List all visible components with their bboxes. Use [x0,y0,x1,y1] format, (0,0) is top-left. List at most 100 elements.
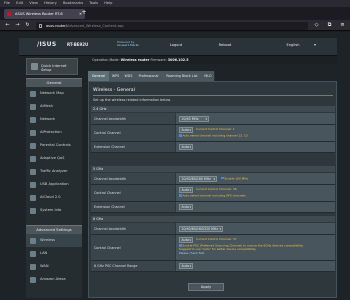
quick-setup-label: Quick Internet Setup [41,64,67,72]
b6-control-select[interactable]: Auto [179,237,193,243]
b5-bandwidth-select[interactable]: 20/40/80/160 MHz [179,175,217,182]
sidebar-item-aiprotection[interactable]: AiProtection [26,126,82,139]
b5-enable-160-checkbox[interactable]: Enable 160 MHz [221,176,248,181]
url-bar[interactable]: asus.router/Advanced_Wireless_Content.as… [36,21,308,30]
sidebar-item-label: Amazon Alexa [40,277,66,281]
sidebar-general-heading: General [26,78,82,87]
tab-general[interactable]: General [88,71,110,81]
menu-help[interactable]: Help [104,1,112,5]
url-host: asus.router/ [46,23,67,28]
b5-control-select[interactable]: Auto [179,187,193,193]
page-intro: Set up the wireless related information … [93,98,171,102]
logout-button[interactable]: Logout [155,42,197,49]
sidebar-item-wireless[interactable]: Wireless [26,234,82,247]
sidebar-item-usb-application[interactable]: USB Application [26,178,82,191]
sidebar-item-label: AiCloud 2.0 [40,195,61,199]
shield-icon[interactable]: ◇ [312,21,321,30]
sidebar-item-label: Parental Controls [40,143,71,147]
b5-bandwidth-row: Channel bandwidth 20/40/80/160 MHz Enabl… [91,173,335,185]
sidebar-item-traffic-analyzer[interactable]: Traffic Analyzer [26,165,82,178]
reboot-button[interactable]: Reboot [204,42,246,49]
firmware-value[interactable]: 3006.102.5 [168,58,189,62]
title-divider [93,95,333,96]
sidebar-item-aicloud[interactable]: AiCloud 2.0 [26,191,82,204]
new-tab-icon[interactable]: + [80,9,88,17]
b5-extension-select[interactable]: Auto [179,204,193,210]
back-icon[interactable]: ← [3,21,12,30]
tab-professional[interactable]: Professional [135,71,163,81]
b5-extension-label: Extension Channel [91,202,175,212]
wan-icon [30,263,36,270]
band-24-heading: 2.4 GHz [91,106,335,112]
sidebar-item-aimesh[interactable]: AiMesh [26,100,82,113]
traffic-icon [30,168,36,175]
tab-roaming-block-list[interactable]: Roaming Block List [162,71,203,81]
menu-file[interactable]: File [4,1,10,5]
apply-button[interactable]: Apply [188,283,224,291]
b6-control-row: Control Channel Auto Current Control Cha… [91,235,335,261]
sidebar-item-lan[interactable]: LAN [26,247,82,260]
menu-edit[interactable]: Edit [16,1,23,5]
info-icon [30,207,36,214]
sidebar-item-parental-controls[interactable]: Parental Controls [26,139,82,152]
b6-control-value: Auto Current Control Channel: 37 Enable … [176,235,335,260]
b24-autoselect-checkbox[interactable]: Auto select channel including channel 12… [179,134,248,138]
chevron-down-icon[interactable]: ▾ [312,42,318,49]
b6-current-channel: Current Control Channel: 37 [196,237,237,241]
app-menu-icon[interactable]: ≡ [338,21,347,30]
sidebar-advanced-heading: Advanced Settings [26,225,82,234]
forward-icon[interactable]: → [13,21,22,30]
sidebar-item-adaptive-qos[interactable]: Adaptive QoS [26,152,82,165]
tab-wps[interactable]: WPS [109,71,123,81]
opmode-label: Operation Mode: [92,58,120,62]
b6-psc-range-value: Auto [176,261,335,271]
b5-control-row: Control Channel Auto Current Control Cha… [91,185,335,202]
tab-mlo[interactable]: MLO [202,71,215,81]
b6-psc-range-label: 6 GHz PSC Channel Range [91,261,175,271]
sidebar-item-label: AiMesh [40,104,53,108]
opmode-value[interactable]: Wireless router [121,58,150,62]
menu-view[interactable]: View [29,1,38,5]
tab-wds[interactable]: WDS [122,71,136,81]
wireless-icon [30,237,36,244]
network-map-icon [30,90,36,97]
menu-tools[interactable]: Tools [89,1,98,5]
sidebar-item-wan[interactable]: WAN [26,260,82,273]
sidebar-item-network-map[interactable]: Network Map [26,87,82,100]
browser-tab-router[interactable]: ASUS Wireless Router RT-6 ✕ [4,9,85,19]
b24-bandwidth-select[interactable]: 20/40 MHz [179,115,209,122]
b6-psc-range-select[interactable]: Auto [179,263,193,269]
b24-control-select[interactable]: Auto [179,127,193,133]
status-bar: Operation Mode: Wireless router Firmware… [90,56,337,64]
b24-extension-select[interactable]: Auto [179,144,193,150]
lock-icon [39,23,42,28]
sidebar-item-label: Traffic Analyzer [40,169,68,173]
menu-history[interactable]: History [44,1,57,5]
quick-internet-setup-button[interactable]: Quick Internet Setup [26,58,78,75]
sidebar-item-system-info[interactable]: System Info [26,204,82,217]
b6-bandwidth-row: Channel bandwidth 20/40/80/160/320 MHz [91,223,335,235]
powered-by-name[interactable]: Asuswrt-Merlin [117,43,139,47]
checkbox-checked-icon [221,176,224,179]
reload-icon[interactable]: ↻ [23,21,32,30]
sidebar-item-network[interactable]: Network [26,113,82,126]
b6-bandwidth-value: 20/40/80/160/320 MHz [176,223,335,234]
browser-menubar: File Edit View History Bookmarks Tools H… [0,0,350,7]
language-select[interactable]: English [273,42,313,49]
sidebar-item-amazon-alexa[interactable]: Amazon Alexa [26,273,82,286]
sidebar-item-label: System Info [40,208,62,212]
b24-bandwidth-row: Channel bandwidth 20/40 MHz [91,113,335,125]
b6-faq-link[interactable]: Please check FAQ [179,251,204,256]
b24-autoselect-label: Auto select channel including channel 12… [182,133,248,138]
b24-extension-label: Extension Channel [91,142,175,152]
b6-bandwidth-select[interactable]: 20/40/80/160/320 MHz [179,225,223,232]
b6-psc-range-row: 6 GHz PSC Channel Range Auto [91,261,335,272]
b5-autoselect-checkbox[interactable]: Auto select channel including DFS channe… [179,194,246,198]
b6-control-label: Control Channel [91,235,175,260]
sidebar-item-label: Wireless [40,238,56,242]
extensions-icon[interactable]: ⧉ [325,21,334,30]
router-header: /ISUS RT-BE92U Powered by Asuswrt-Merlin… [19,38,337,56]
menu-bookmarks[interactable]: Bookmarks [63,1,83,5]
sidebar-item-label: AiProtection [40,130,62,134]
page-title: Wireless - General [93,88,135,93]
